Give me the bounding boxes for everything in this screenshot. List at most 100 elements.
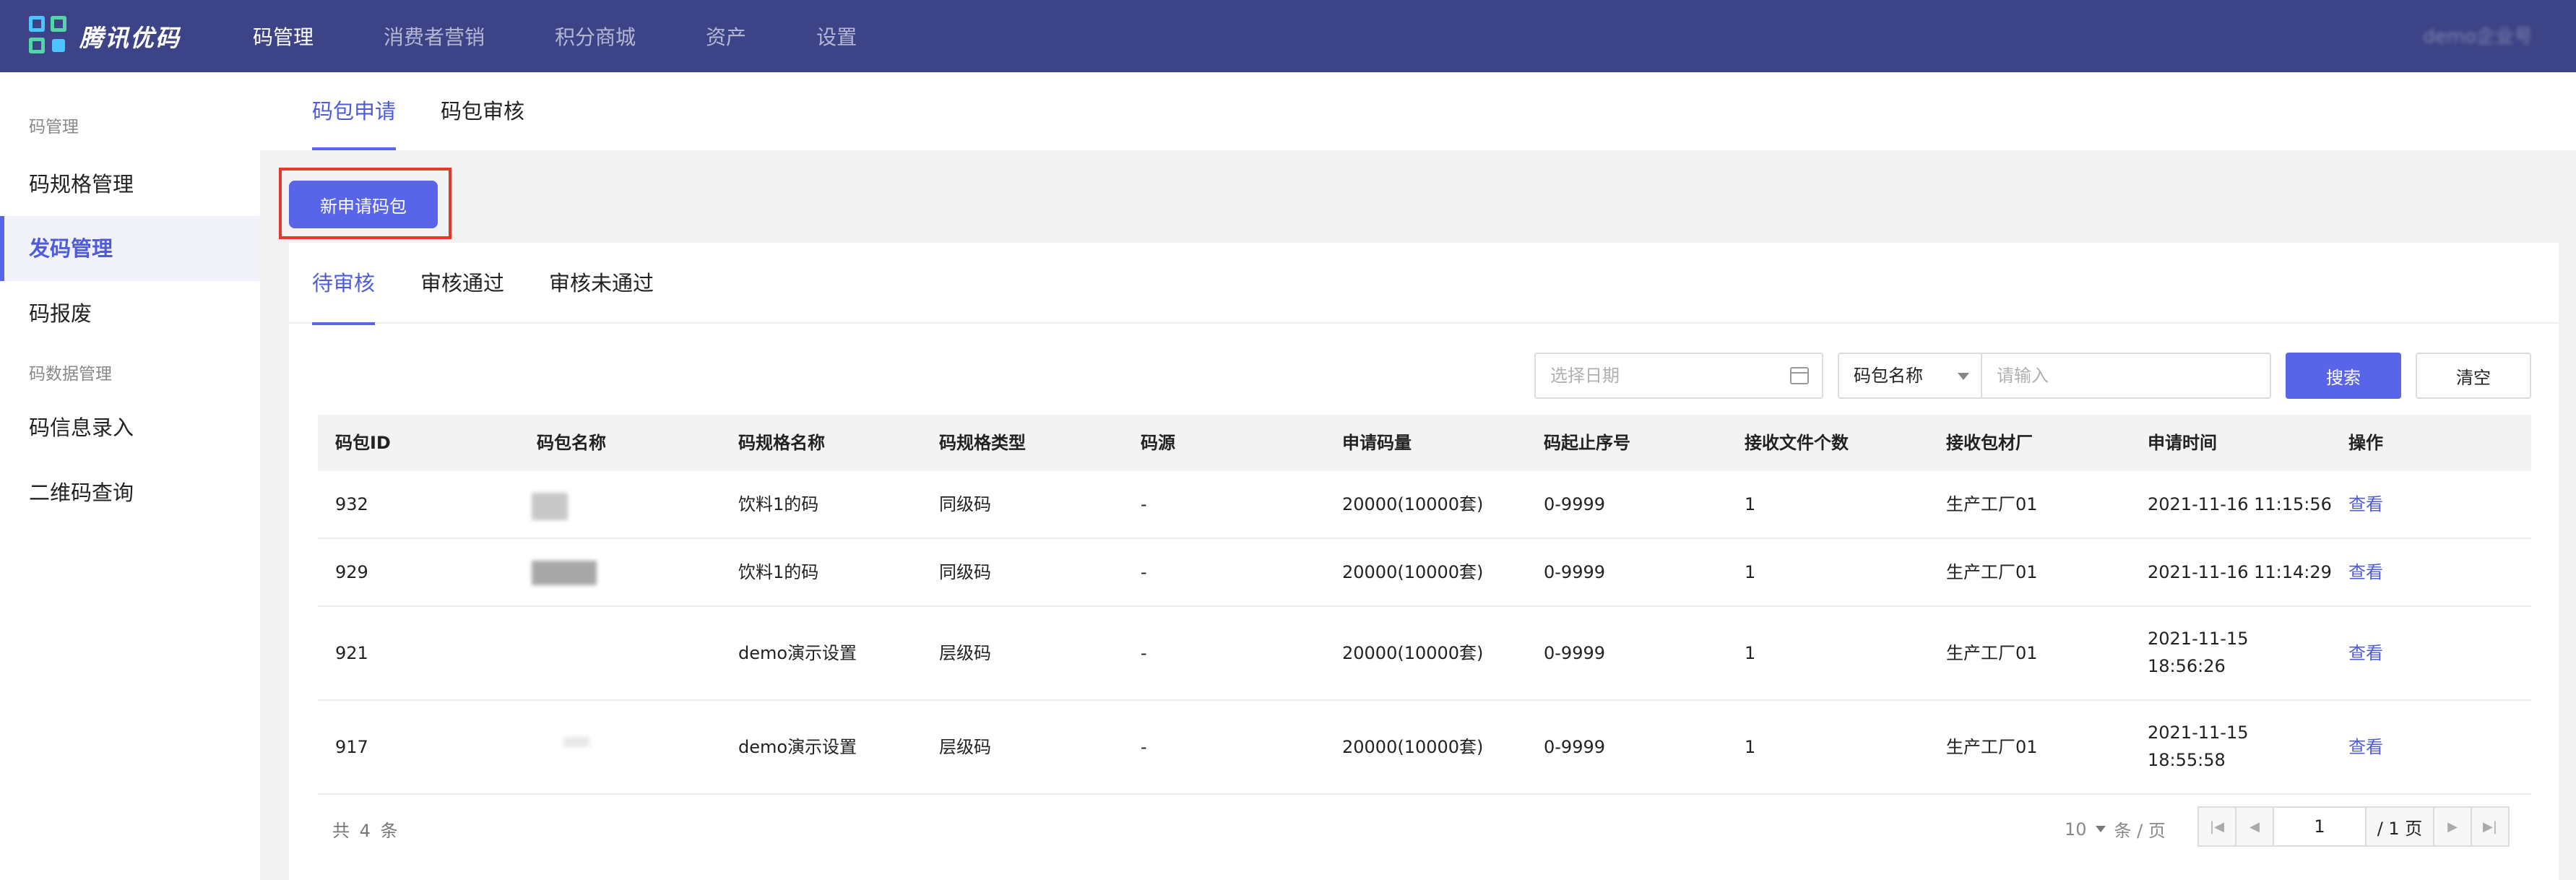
page-size-select[interactable]: 10 条 / 页	[2065, 816, 2166, 842]
field-select-value: 码包名称	[1854, 366, 1923, 386]
cell-spec: 饮料1的码	[738, 562, 819, 582]
first-page-icon[interactable]: |◀	[2197, 806, 2236, 847]
last-page-icon[interactable]: ▶|	[2471, 806, 2510, 847]
cell-qty: 20000(10000套)	[1342, 737, 1484, 757]
table-row: 932 饮料1的码 同级码 - 20000(10000套) 0-9999 1 生…	[318, 471, 2531, 539]
topmenu-item-code-management[interactable]: 码管理	[253, 22, 314, 51]
clear-button[interactable]: 清空	[2416, 353, 2531, 399]
view-link[interactable]: 查看	[2348, 640, 2383, 666]
cell-name-redacted	[563, 737, 589, 747]
prev-page-icon[interactable]: ◀	[2235, 806, 2274, 847]
topmenu-item-assets[interactable]: 资产	[706, 22, 746, 51]
cell-factory: 生产工厂01	[1946, 643, 2038, 663]
cell-range: 0-9999	[1544, 562, 1606, 582]
user-name[interactable]: demo企业号	[2423, 22, 2533, 48]
cell-spec: demo演示设置	[738, 737, 857, 757]
topmenu-item-settings[interactable]: 设置	[816, 22, 857, 51]
new-package-button[interactable]: 新申请码包	[289, 181, 438, 228]
cell-type: 层级码	[939, 737, 991, 757]
table-header: 码包ID 码包名称 码规格名称 码规格类型 码源 申请码量 码起止序号 接收文件…	[318, 415, 2531, 471]
sidebar-item-scrap[interactable]: 码报废	[0, 281, 260, 346]
col-action: 操作	[2348, 433, 2383, 453]
page-number-input[interactable]: 1	[2273, 806, 2367, 847]
cell-source: -	[1141, 562, 1147, 582]
sidebar: 码管理 码规格管理 发码管理 码报废 码数据管理 码信息录入 二维码查询	[0, 72, 260, 880]
next-page-icon[interactable]: ▶	[2433, 806, 2472, 847]
cell-files: 1	[1745, 562, 1756, 582]
page-size-value: 10	[2065, 819, 2087, 840]
col-file-count: 接收文件个数	[1745, 433, 1849, 453]
search-button[interactable]: 搜索	[2286, 353, 2401, 399]
tab-package-review[interactable]: 码包审核	[441, 72, 524, 150]
tab-package-apply[interactable]: 码包申请	[312, 72, 397, 150]
sidebar-group-code-management: 码管理	[29, 118, 79, 137]
col-serial-range: 码起止序号	[1544, 433, 1630, 453]
cell-name-redacted	[532, 561, 597, 585]
sidebar-item-qrcode-query[interactable]: 二维码查询	[0, 460, 260, 525]
brand[interactable]: 腾讯优码	[29, 16, 253, 56]
cell-type: 层级码	[939, 643, 991, 663]
cell-factory: 生产工厂01	[1946, 737, 2038, 757]
cell-time: 2021-11-16 11:14:29	[2148, 562, 2332, 582]
sidebar-item-issue-management[interactable]: 发码管理	[0, 216, 260, 281]
cell-source: -	[1141, 643, 1147, 663]
cell-qty: 20000(10000套)	[1342, 494, 1484, 514]
topmenu-item-consumer-marketing[interactable]: 消费者营销	[384, 22, 485, 51]
field-select[interactable]: 码包名称	[1838, 353, 1982, 399]
top-navbar: 腾讯优码 码管理 消费者营销 积分商城 资产 设置 demo企业号	[0, 0, 2576, 72]
pager: |◀ ◀ 1 / 1 页 ▶ ▶|	[2197, 806, 2510, 847]
col-apply-time: 申请时间	[2148, 433, 2217, 453]
cell-time: 2021-11-16 11:15:56	[2148, 494, 2332, 514]
cell-range: 0-9999	[1544, 737, 1606, 757]
search-input[interactable]: 请输入	[1982, 353, 2271, 399]
cell-qty: 20000(10000套)	[1342, 562, 1484, 582]
col-code-source: 码源	[1141, 433, 1175, 453]
cell-time-clock: 18:56:26	[2148, 656, 2226, 676]
sidebar-item-info-entry[interactable]: 码信息录入	[0, 395, 260, 460]
col-package-name: 码包名称	[537, 433, 606, 453]
cell-name-redacted	[532, 493, 568, 520]
cell-range: 0-9999	[1544, 494, 1606, 514]
cell-time-date: 2021-11-15	[2148, 629, 2249, 649]
topmenu-item-points-mall[interactable]: 积分商城	[555, 22, 636, 51]
brand-name: 腾讯优码	[79, 24, 181, 52]
col-factory: 接收包材厂	[1946, 433, 2033, 453]
cell-factory: 生产工厂01	[1946, 562, 2038, 582]
sidebar-item-spec-management[interactable]: 码规格管理	[0, 152, 260, 217]
view-link[interactable]: 查看	[2348, 491, 2383, 517]
cell-time-date: 2021-11-15	[2148, 722, 2249, 743]
sidebar-group-code-data: 码数据管理	[29, 365, 112, 384]
view-link[interactable]: 查看	[2348, 734, 2383, 760]
status-tabs: 待审核 审核通过 审核未通过	[289, 243, 2559, 325]
cell-id: 917	[335, 737, 368, 757]
page-tabs: 码包申请 码包审核	[260, 72, 2576, 150]
table-row: 917 demo演示设置 层级码 - 20000(10000套) 0-9999 …	[318, 701, 2531, 795]
col-spec-type: 码规格类型	[939, 433, 1026, 453]
total-pages: / 1 页	[2365, 806, 2434, 847]
view-link[interactable]: 查看	[2348, 559, 2383, 585]
cell-id: 921	[335, 643, 368, 663]
cell-files: 1	[1745, 494, 1756, 514]
cell-range: 0-9999	[1544, 643, 1606, 663]
date-picker[interactable]: 选择日期	[1534, 353, 1823, 399]
tab-approved[interactable]: 审核通过	[420, 243, 504, 324]
cell-id: 929	[335, 562, 368, 582]
package-table: 码包ID 码包名称 码规格名称 码规格类型 码源 申请码量 码起止序号 接收文件…	[318, 415, 2531, 795]
total-count: 共 4 条	[332, 821, 400, 841]
content-card: 待审核 审核通过 审核未通过 选择日期 码包名称 请输入 搜索 清空 码包ID …	[289, 243, 2559, 880]
cell-spec: 饮料1的码	[738, 494, 819, 514]
cell-qty: 20000(10000套)	[1342, 643, 1484, 663]
cell-factory: 生产工厂01	[1946, 494, 2038, 514]
table-row: 929 饮料1的码 同级码 - 20000(10000套) 0-9999 1 生…	[318, 539, 2531, 607]
chevron-down-icon	[2095, 826, 2106, 832]
col-spec-name: 码规格名称	[738, 433, 825, 453]
cell-source: -	[1141, 737, 1147, 757]
tab-rejected[interactable]: 审核未通过	[549, 243, 654, 324]
top-menu: 码管理 消费者营销 积分商城 资产 设置	[253, 0, 927, 72]
cell-files: 1	[1745, 643, 1756, 663]
page-size-unit: 条 / 页	[2114, 821, 2166, 841]
cell-id: 932	[335, 494, 368, 514]
cell-files: 1	[1745, 737, 1756, 757]
date-placeholder: 选择日期	[1550, 366, 1620, 386]
tab-pending[interactable]: 待审核	[312, 243, 376, 325]
